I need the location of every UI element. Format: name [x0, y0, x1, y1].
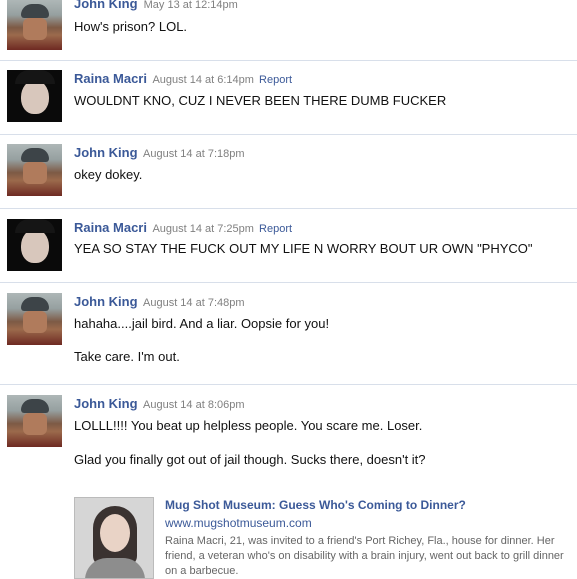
message-text: LOLLL!!!! You beat up helpless people. Y…: [74, 418, 423, 433]
message-header: Raina Macri August 14 at 7:25pm Report: [74, 220, 292, 235]
avatar-john-king[interactable]: [7, 395, 62, 447]
author-name-link[interactable]: John King: [74, 0, 138, 11]
divider: [0, 134, 577, 135]
thumbnail-shirt-shape: [85, 558, 145, 578]
report-link[interactable]: Report: [259, 74, 292, 86]
author-name-link[interactable]: Raina Macri: [74, 220, 147, 235]
divider: [0, 60, 577, 61]
divider: [0, 282, 577, 283]
avatar-john-king[interactable]: [7, 0, 62, 50]
author-name-link[interactable]: Raina Macri: [74, 71, 147, 86]
message-text: Take care. I'm out.: [74, 349, 180, 364]
divider: [0, 208, 577, 209]
avatar-raina-macri[interactable]: [7, 219, 62, 271]
timestamp: August 14 at 6:14pm: [152, 74, 254, 86]
author-name-link[interactable]: John King: [74, 294, 138, 309]
message-header: Raina Macri August 14 at 6:14pm Report: [74, 71, 292, 86]
thumbnail-face-shape: [100, 514, 130, 552]
timestamp: August 14 at 7:18pm: [143, 148, 245, 160]
message-text: How's prison? LOL.: [74, 19, 188, 34]
message-header: John King August 14 at 7:48pm: [74, 294, 245, 309]
divider: [0, 384, 577, 385]
message-text: WOULDNT KNO, CUZ I NEVER BEEN THERE DUMB…: [74, 93, 447, 108]
link-url[interactable]: www.mugshotmuseum.com: [165, 516, 312, 530]
message-text: YEA SO STAY THE FUCK OUT MY LIFE N WORRY…: [74, 241, 533, 256]
message-header: John King May 13 at 12:14pm: [74, 0, 238, 11]
message-header: John King August 14 at 8:06pm: [74, 396, 245, 411]
author-name-link[interactable]: John King: [74, 396, 138, 411]
link-description: Raina Macri, 21, was invited to a friend…: [165, 535, 564, 577]
message-header: John King August 14 at 7:18pm: [74, 145, 245, 160]
message-text: Glad you finally got out of jail though.…: [74, 452, 426, 467]
timestamp: August 14 at 7:25pm: [152, 223, 254, 235]
link-title[interactable]: Mug Shot Museum: Guess Who's Coming to D…: [165, 498, 466, 512]
timestamp: August 14 at 7:48pm: [143, 297, 245, 309]
author-name-link[interactable]: John King: [74, 145, 138, 160]
link-thumbnail-image[interactable]: [74, 497, 154, 579]
timestamp: May 13 at 12:14pm: [143, 0, 238, 11]
report-link[interactable]: Report: [259, 223, 292, 235]
avatar-raina-macri[interactable]: [7, 70, 62, 122]
avatar-john-king[interactable]: [7, 144, 62, 196]
avatar-john-king[interactable]: [7, 293, 62, 345]
message-text: hahaha....jail bird. And a liar. Oopsie …: [74, 316, 330, 331]
timestamp: August 14 at 8:06pm: [143, 399, 245, 411]
message-text: okey dokey.: [74, 167, 143, 182]
link-preview-card[interactable]: Mug Shot Museum: Guess Who's Coming to D…: [74, 497, 574, 579]
